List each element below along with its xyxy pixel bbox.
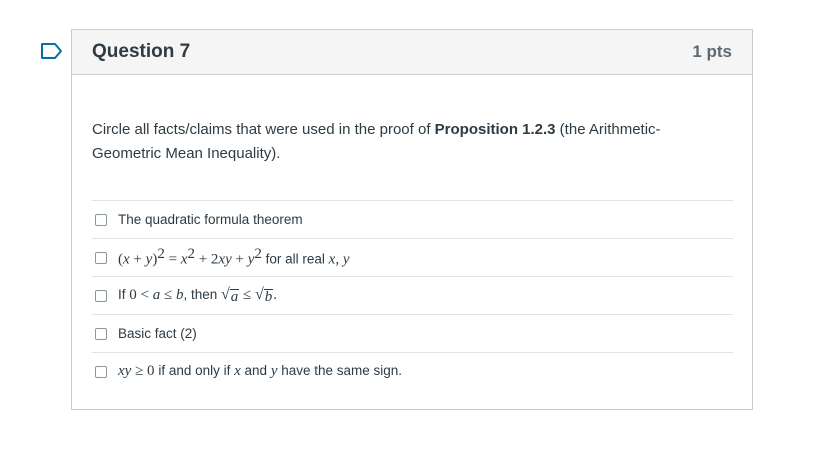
answer-option-1[interactable]: The quadratic formula theorem [92,200,733,238]
answer-option-4[interactable]: Basic fact (2) [92,314,733,352]
question-text: Circle all facts/claims that were used i… [92,121,661,162]
question-header: Question 7 1 pts [72,30,752,75]
answer-option-2[interactable]: (x + y)2 = x2 + 2xy + y2 for all real x,… [92,238,733,276]
question-card: Question 7 1 pts Circle all facts/claims… [71,29,753,410]
bookmark-flag-icon[interactable] [40,42,64,60]
answer-checkbox[interactable] [95,365,107,378]
answer-label: Basic fact (2) [118,326,197,341]
answer-option-5[interactable]: xy ≥ 0 if and only if x and y have the s… [92,352,733,390]
answer-option-3[interactable]: If 0 < a ≤ b, then √ a ≤ √ b. [92,276,733,314]
answer-label: The quadratic formula theorem [118,212,303,227]
question-points: 1 pts [692,42,732,61]
proposition-reference: Proposition 1.2.3 [434,121,556,138]
question-title: Question 7 [92,41,191,62]
answer-checkbox[interactable] [95,289,107,302]
answer-list: The quadratic formula theorem (x + y)2 =… [92,200,733,390]
answer-label: (x + y)2 = x2 + 2xy + y2 for all real x,… [118,246,350,268]
answer-checkbox[interactable] [95,327,107,340]
answer-label: xy ≥ 0 if and only if x and y have the s… [118,363,403,379]
answer-checkbox[interactable] [95,213,107,226]
answer-checkbox[interactable] [95,251,107,264]
answer-label: If 0 < a ≤ b, then √ a ≤ √ b. [118,286,278,305]
